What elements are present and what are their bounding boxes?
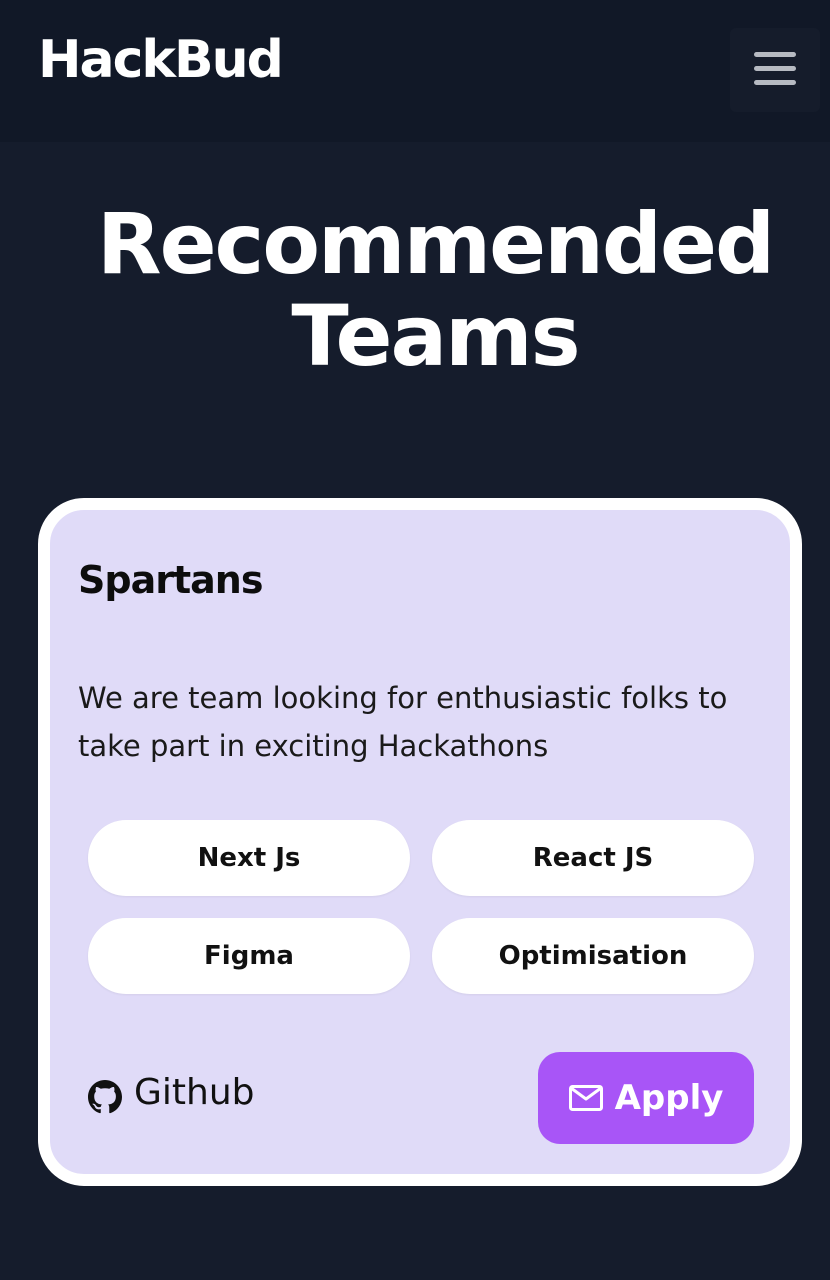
github-link[interactable]: Github <box>88 1070 255 1114</box>
top-navbar: HackBud <box>0 0 830 142</box>
brand-logo[interactable]: HackBud <box>38 30 284 90</box>
apply-label: Apply <box>614 1078 724 1118</box>
hamburger-menu-icon-bar <box>754 66 796 71</box>
mail-icon <box>568 1085 603 1111</box>
page-title-line2: Teams <box>291 287 580 385</box>
skill-tag: Optimisation <box>432 918 754 994</box>
hamburger-menu-button[interactable] <box>730 28 820 112</box>
github-icon <box>88 1080 122 1114</box>
apply-button[interactable]: Apply <box>538 1052 754 1144</box>
page-title: Recommended Teams <box>0 198 830 382</box>
hamburger-menu-icon <box>754 52 796 57</box>
skill-tag: React JS <box>432 820 754 896</box>
skill-tag: Figma <box>88 918 410 994</box>
hamburger-menu-icon-bar <box>754 80 796 85</box>
github-label: Github <box>134 1071 255 1113</box>
team-description: We are team looking for enthusiastic fol… <box>78 681 728 763</box>
page-title-line1: Recommended <box>96 195 775 293</box>
skill-tag: Next Js <box>88 820 410 896</box>
team-name: Spartans <box>78 558 263 602</box>
skill-tags: Next Js React JS Figma Optimisation <box>88 820 754 994</box>
team-card: Spartans We are team looking for enthusi… <box>38 498 802 1186</box>
